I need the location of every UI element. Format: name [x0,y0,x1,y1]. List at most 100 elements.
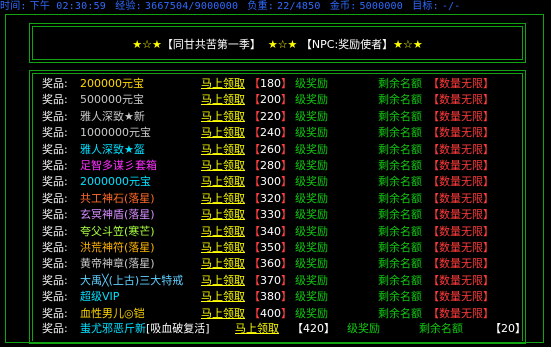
level-label: 【240】 [249,126,292,140]
award-label: 级奖励 [295,175,328,189]
target-value: -/- [441,1,461,12]
award-label: 级奖励 [295,208,328,222]
quantity-label: 【数量无限】 [428,224,494,238]
claim-button[interactable]: 马上领取 [201,158,245,175]
last-reward-item: 蚩尤邪恶斤新 [80,322,146,335]
reward-label: 奖品: [42,93,68,107]
remain-label: 剩余名额 [378,126,422,140]
award-label: 级奖励 [295,142,328,156]
reward-label: 奖品: [42,322,68,335]
level-value: 200 [260,93,281,107]
remain-label: 剩余名额 [378,93,422,107]
award-label: 级奖励 [295,290,328,304]
level-value: 380 [260,290,281,304]
reward-item: 1000000元宝 [80,126,151,140]
remain-label: 剩余名额 [378,175,422,189]
level-label: 【340】 [249,224,292,238]
claim-button[interactable]: 马上领取 [201,273,245,290]
level-value: 180 [260,77,281,90]
status-bar: 时间: 下午 02:30:59 经验: 3667504/9000000 负重: 22/… [0,0,551,14]
reward-label: 奖品: [42,159,68,172]
reward-label: 奖品: [42,273,68,287]
exp-value: 3667504/9000000 [144,1,239,12]
claim-button[interactable]: 马上领取 [201,92,245,109]
claim-button[interactable]: 马上领取 [201,76,245,93]
quantity-label: 【数量无限】 [428,191,494,205]
level-value: 220 [260,109,281,123]
quantity-label: 【数量无限】 [428,208,494,222]
level-label: 【330】 [249,208,292,222]
quantity-label: 【数量无限】 [428,93,494,107]
reward-item: 超级VIP [80,290,120,304]
award-label: 级奖励 [295,306,328,320]
target-label: 目标: [412,1,439,12]
remain-count: 【20】 [490,322,526,335]
claim-button[interactable]: 马上领取 [201,174,245,191]
level-value: 400 [260,306,281,320]
level-value: 260 [260,142,281,156]
title-stars-mid: ★☆★ [267,38,298,51]
claim-button[interactable]: 马上领取 [235,321,279,338]
level-value: 240 [260,126,281,140]
remain-label: 剩余名额 [378,77,422,90]
remain-label: 剩余名额 [378,159,422,172]
level-label: 【400】 [249,306,292,320]
title-stars-left: ★☆★ [132,38,162,51]
exp-label: 经验: [115,1,142,12]
quantity-label: 【数量无限】 [428,142,494,156]
time-value: 下午 02:30:59 [29,1,107,12]
reward-label: 奖品: [42,208,68,222]
level-label: 【420】 [292,322,335,335]
reward-item: 雅人深致★新 [80,109,145,123]
last-reward-note: [吸血破复活] [146,322,210,335]
claim-button[interactable]: 马上领取 [201,289,245,306]
award-label: 级奖励 [295,109,328,123]
claim-button[interactable]: 马上领取 [201,240,245,257]
remain-label: 剩余名额 [378,142,422,156]
claim-button[interactable]: 马上领取 [201,125,245,142]
remain-label: 剩余名额 [378,208,422,222]
level-label: 【320】 [249,191,292,205]
level-label: 【180】 [249,77,292,90]
award-label: 级奖励 [295,224,328,238]
claim-button[interactable]: 马上领取 [201,142,245,159]
award-label: 级奖励 [295,257,328,271]
quantity-label: 【数量无限】 [428,257,494,271]
time-label: 时间: [0,1,27,12]
reward-item: 足智多谋彡套箱 [80,159,157,172]
level-label: 【370】 [249,273,292,287]
weight-value: 22/4850 [277,1,321,12]
claim-button[interactable]: 马上领取 [201,224,245,241]
level-value: 280 [260,159,281,172]
claim-button[interactable]: 马上领取 [201,191,245,208]
reward-label: 奖品: [42,257,68,271]
title-stars-right: ★☆★ [393,38,423,51]
level-value: 340 [260,224,281,238]
level-value: 300 [260,175,281,189]
reward-label: 奖品: [42,290,68,304]
award-label: 级奖励 [295,77,328,90]
level-label: 【350】 [249,241,292,254]
remain-label: 剩余名额 [378,273,422,287]
reward-label: 奖品: [42,126,68,140]
quantity-label: 【数量无限】 [428,159,494,172]
claim-button[interactable]: 马上领取 [201,256,245,273]
reward-item: 雅人深致★盔 [80,142,145,156]
award-label: 级奖励 [295,273,328,287]
reward-item: 洪荒神符(落星) [80,241,155,254]
quantity-label: 【数量无限】 [428,306,494,320]
award-label: 级奖励 [347,322,380,335]
claim-button[interactable]: 马上领取 [201,306,245,323]
claim-button[interactable]: 马上领取 [201,109,245,126]
award-label: 级奖励 [295,159,328,172]
reward-label: 奖品: [42,109,68,123]
level-label: 【280】 [249,159,292,172]
reward-label: 奖品: [42,224,68,238]
reward-label: 奖品: [42,241,68,254]
claim-button[interactable]: 马上领取 [201,207,245,224]
remain-label: 剩余名额 [378,241,422,254]
gold-value: 5000000 [359,1,403,12]
reward-item: 玄冥神盾(落星) [80,208,155,222]
quantity-label: 【数量无限】 [428,109,494,123]
quantity-label: 【数量无限】 [428,77,494,90]
